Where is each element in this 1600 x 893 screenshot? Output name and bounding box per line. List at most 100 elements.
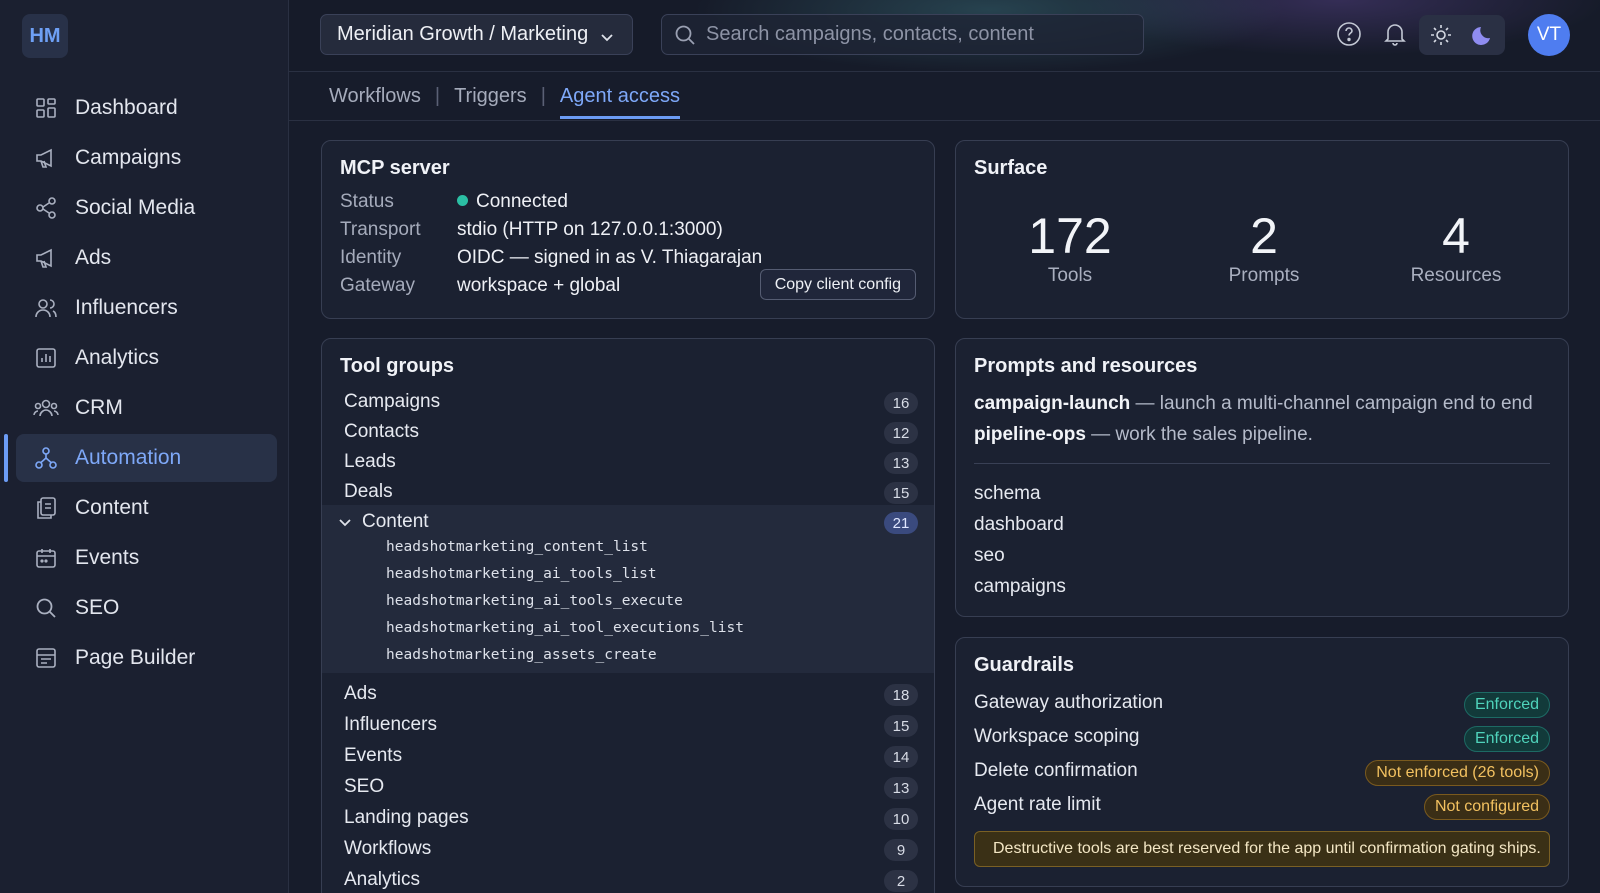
- tool-item[interactable]: headshotmarketing_ai_tools_execute: [386, 593, 683, 609]
- stat-label: Prompts: [1228, 265, 1300, 286]
- chevron-down-icon: [600, 27, 614, 50]
- users-icon: [33, 295, 59, 321]
- resource-item[interactable]: campaigns: [974, 576, 1066, 598]
- bell-icon[interactable]: [1381, 20, 1409, 48]
- stat-label: Tools: [1047, 265, 1093, 286]
- tool-group-seo[interactable]: SEO 13: [322, 772, 934, 802]
- mcp-transport-row: Transport stdio (HTTP on 127.0.0.1:3000): [340, 219, 723, 241]
- tool-count-badge: 21: [884, 512, 918, 534]
- guardrail-label: Gateway authorization: [974, 692, 1164, 713]
- moon-icon[interactable]: [1462, 15, 1505, 55]
- kv-key: Transport: [340, 219, 421, 240]
- tool-group-influencers[interactable]: Influencers 15: [322, 710, 934, 740]
- help-icon[interactable]: [1335, 20, 1363, 48]
- sidebar: HM Dashboard Campaigns Social Media Ads: [0, 0, 289, 893]
- tool-group-name: Deals: [344, 481, 393, 502]
- search-icon: [674, 24, 696, 51]
- divider: [974, 463, 1550, 464]
- tool-group-content-expanded: Content 21 headshotmarketing_content_lis…: [322, 505, 934, 673]
- sidebar-item-crm[interactable]: CRM: [0, 383, 289, 433]
- sidebar-item-analytics[interactable]: Analytics: [0, 333, 289, 383]
- tool-group-contacts[interactable]: Contacts 12: [322, 417, 934, 447]
- copy-client-config-button[interactable]: Copy client config: [759, 269, 916, 300]
- resource-item[interactable]: schema: [974, 483, 1041, 505]
- kv-value: workspace + global: [457, 275, 621, 296]
- sidebar-item-events[interactable]: Events: [0, 533, 289, 583]
- tool-group-workflows[interactable]: Workflows 9: [322, 834, 934, 864]
- sidebar-item-campaigns[interactable]: Campaigns: [0, 133, 289, 183]
- avatar[interactable]: VT: [1528, 14, 1570, 56]
- tab-separator: |: [540, 85, 546, 107]
- tool-count-badge: 13: [884, 452, 918, 474]
- tool-item[interactable]: headshotmarketing_ai_tools_list: [386, 566, 657, 582]
- status-badge: Enforced: [1463, 692, 1550, 718]
- sidebar-item-seo[interactable]: SEO: [0, 583, 289, 633]
- tool-group-landing-pages[interactable]: Landing pages 10: [322, 803, 934, 833]
- sidebar-item-page-builder[interactable]: Page Builder: [0, 633, 289, 683]
- guardrail-delete-confirmation: Delete confirmation Not enforced (26 too…: [974, 760, 1550, 790]
- sun-icon[interactable]: [1419, 15, 1462, 55]
- kv-key: Status: [340, 191, 394, 212]
- tool-group-name: Contacts: [344, 421, 419, 442]
- group-icon: [33, 395, 59, 421]
- sidebar-item-label: Content: [75, 496, 149, 519]
- tab-workflows[interactable]: Workflows: [329, 82, 421, 119]
- stat-number: 2: [1250, 208, 1278, 264]
- tool-item[interactable]: headshotmarketing_content_list: [386, 539, 648, 555]
- tool-group-content[interactable]: Content 21: [322, 507, 934, 537]
- app-logo[interactable]: HM: [22, 14, 68, 58]
- prompt-item[interactable]: pipeline-ops — work the sales pipeline.: [974, 424, 1313, 446]
- tool-count-badge: 15: [884, 482, 918, 504]
- search-icon: [33, 595, 59, 621]
- tool-groups-card: Tool groups Campaigns 16 Contacts 12 Lea…: [321, 338, 935, 893]
- tab-bar: Workflows | Triggers | Agent access: [329, 82, 680, 120]
- guardrail-gateway-authorization: Gateway authorization Enforced: [974, 692, 1550, 722]
- search-box[interactable]: [661, 14, 1144, 55]
- workspace-selector[interactable]: Meridian Growth / Marketing: [320, 14, 633, 55]
- sidebar-item-content[interactable]: Content: [0, 483, 289, 533]
- guardrail-agent-rate-limit: Agent rate limit Not configured: [974, 794, 1550, 824]
- sidebar-item-influencers[interactable]: Influencers: [0, 283, 289, 333]
- tool-group-name: Workflows: [344, 838, 432, 859]
- tab-agent-access[interactable]: Agent access: [559, 82, 680, 119]
- tool-group-leads[interactable]: Leads 13: [322, 447, 934, 477]
- chevron-down-icon: [338, 515, 352, 529]
- tool-group-deals[interactable]: Deals 15: [322, 477, 934, 507]
- tool-item[interactable]: headshotmarketing_assets_create: [386, 647, 657, 663]
- search-input[interactable]: [706, 23, 1126, 46]
- top-bar: Meridian Growth / Marketing VT: [289, 0, 1600, 72]
- guardrail-label: Delete confirmation: [974, 760, 1138, 781]
- prompt-item[interactable]: campaign-launch — launch a multi-channel…: [974, 393, 1533, 415]
- sidebar-item-label: Page Builder: [75, 646, 196, 669]
- resource-item[interactable]: dashboard: [974, 514, 1064, 536]
- sidebar-nav: Dashboard Campaigns Social Media Ads Inf…: [0, 83, 289, 683]
- megaphone-icon: [33, 245, 59, 271]
- tool-group-events[interactable]: Events 14: [322, 741, 934, 771]
- tool-group-ads[interactable]: Ads 18: [322, 679, 934, 709]
- tool-item[interactable]: headshotmarketing_ai_tool_executions_lis…: [386, 620, 744, 636]
- tool-count-badge: 9: [884, 839, 918, 861]
- tool-group-name: SEO: [344, 776, 385, 797]
- theme-toggle[interactable]: [1419, 15, 1505, 55]
- sidebar-item-automation[interactable]: Automation: [0, 433, 289, 483]
- sidebar-item-label: CRM: [75, 396, 123, 419]
- sidebar-item-label: Events: [75, 546, 140, 569]
- kv-key: Gateway: [340, 275, 415, 296]
- sidebar-item-label: Influencers: [75, 296, 178, 319]
- card-title: Surface: [974, 157, 1048, 179]
- sidebar-item-social-media[interactable]: Social Media: [0, 183, 289, 233]
- tool-count-badge: 2: [884, 870, 918, 892]
- sidebar-item-label: Dashboard: [75, 96, 178, 119]
- tool-group-analytics[interactable]: Analytics 2: [322, 865, 934, 893]
- tool-count-badge: 18: [884, 684, 918, 706]
- tool-group-campaigns[interactable]: Campaigns 16: [322, 387, 934, 417]
- resource-item[interactable]: seo: [974, 545, 1005, 567]
- tab-triggers[interactable]: Triggers: [454, 82, 527, 119]
- sidebar-item-ads[interactable]: Ads: [0, 233, 289, 283]
- mcp-server-card: MCP server Status Connected Transport stdi…: [321, 140, 935, 319]
- surface-card: Surface 172 Tools 2 Prompts 4 Resources: [955, 140, 1569, 319]
- sidebar-item-dashboard[interactable]: Dashboard: [0, 83, 289, 133]
- sidebar-item-label: Automation: [75, 446, 182, 469]
- sidebar-item-label: Ads: [75, 246, 112, 269]
- card-title: MCP server: [340, 157, 450, 179]
